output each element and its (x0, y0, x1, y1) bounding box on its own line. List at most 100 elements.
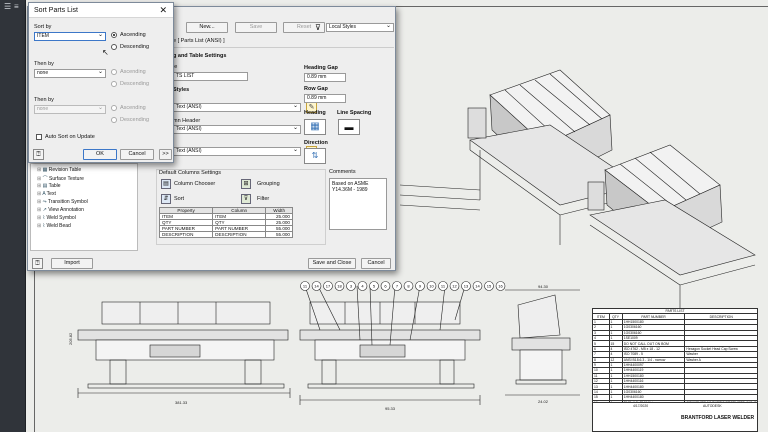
text-style-dropdown-2[interactable]: Text (ANSI) (173, 125, 301, 134)
grouping-icon[interactable]: ⊞ (241, 179, 251, 189)
text-style-dropdown-3[interactable]: Text (ANSI) (173, 147, 301, 156)
header-divider (168, 47, 394, 48)
comments-box[interactable]: Based on ASME Y14.36M - 1989 (329, 178, 387, 230)
comments-label: Comments (329, 169, 356, 175)
then-by-label-1: Then by (34, 61, 54, 67)
filter-columns-icon[interactable]: ⊽ (241, 194, 251, 204)
sort-by-descending-radio[interactable] (111, 44, 117, 50)
heading-position-button[interactable]: ▦ (304, 119, 326, 135)
then-by-label-2: Then by (34, 97, 54, 103)
tree-item[interactable]: ⊞ A Text (37, 191, 56, 197)
default-columns-title: Default Columns Settings (159, 170, 222, 176)
tree-item-label: Weld Symbol (46, 215, 76, 221)
tree-item[interactable]: ⊞ ⌇ Weld Bead (37, 223, 71, 229)
sort-cancel-button[interactable]: Cancel (120, 149, 154, 160)
columns-cell: 55.000 (265, 231, 293, 238)
balloon-label: 10 (429, 284, 434, 289)
direction-button[interactable]: ⇅ (304, 148, 326, 164)
heading-gap-input[interactable]: 0.89 mm (304, 73, 346, 82)
parts-list-table: PARTS LIST ITEM QTY PART NUMBER DESCRIPTION… (592, 307, 758, 417)
row-gap-label: Row Gap (304, 86, 328, 92)
dim-right: 94.30 (538, 284, 549, 289)
sort-icon[interactable]: ⇵ (161, 194, 171, 204)
sort-by-dropdown[interactable]: ITEM (34, 32, 106, 41)
then-by-1-ascending-label: Ascending (120, 69, 146, 75)
sort-by-label: Sort by (34, 24, 52, 30)
more-options-button[interactable]: >> (159, 149, 172, 160)
then-by-2-descending-radio[interactable] (111, 117, 117, 123)
tree-item[interactable]: ⊞ ⌇ Weld Symbol (37, 215, 76, 221)
filter-icon[interactable]: ⊽ (315, 23, 321, 32)
style-header: e [ Parts List (ANSI) ] (173, 38, 225, 44)
help-icon[interactable]: ⍰ (33, 149, 44, 160)
new-style-button[interactable]: New... (186, 22, 228, 33)
section-title: g and Table Settings (173, 53, 227, 59)
then-by-dropdown-2[interactable]: none (34, 105, 106, 114)
import-button[interactable]: Import (51, 258, 93, 269)
save-style-button[interactable]: Save (235, 22, 277, 33)
columns-row[interactable]: DESCRIPTION DESCRIPTION 55.000 (158, 231, 293, 238)
tree-item-label: Transition Symbol (47, 199, 88, 205)
balloon-label: 16 (498, 284, 503, 289)
balloon-label: 18 (337, 284, 342, 289)
title-block-company: AUTODESK (703, 404, 722, 408)
text-styles-label: Styles (173, 87, 190, 93)
line-spacing-button[interactable]: ▬ (338, 119, 360, 135)
sort-parts-list-dialog: Sort Parts List ✕ Sort by ITEM Ascending… (28, 2, 174, 163)
tree-item[interactable]: ⊞ ⤳ Transition Symbol (37, 199, 88, 205)
balloon-label: 13 (464, 284, 469, 289)
tree-item[interactable]: ⊞ ↗ View Annotation (37, 207, 84, 213)
then-by-2-ascending-label: Ascending (120, 105, 146, 111)
sort-dialog-title: Sort Parts List (34, 7, 78, 14)
text-style-dropdown-1[interactable]: Text (ANSI) (173, 103, 301, 112)
dim-w2: 205.82 (68, 332, 73, 345)
tree-item-label: Revision Table (48, 167, 82, 173)
filter-label[interactable]: Filter (257, 196, 269, 202)
column-chooser-icon[interactable]: ▤ (161, 179, 171, 189)
auto-sort-label: Auto Sort on Update (45, 134, 95, 140)
then-by-2-ascending-radio[interactable] (111, 105, 117, 111)
drawing-title: BRANTFORD LASER WELDER (681, 415, 755, 421)
style-tree: ⊞ ▦ Revision Table ⊞ ⌒ Surface Texture ⊞ ▤… (30, 163, 138, 251)
heading-gap-label: Heading Gap (304, 65, 338, 71)
then-by-2-descending-label: Descending (120, 117, 150, 123)
grouping-label[interactable]: Grouping (257, 181, 280, 187)
ok-button[interactable]: OK (83, 149, 117, 160)
column-chooser-label[interactable]: Column Chooser (174, 181, 215, 187)
footer-icon[interactable]: ⍰ (32, 258, 43, 269)
tree-item-label: Weld Bead (46, 223, 71, 229)
then-by-1-descending-radio[interactable] (111, 81, 117, 87)
save-and-close-button[interactable]: Save and Close (308, 258, 356, 269)
then-by-1-descending-label: Descending (120, 81, 150, 87)
close-icon[interactable]: ✕ (159, 3, 167, 18)
sort-by-ascending-radio[interactable] (111, 32, 117, 38)
columns-cell: DESCRIPTION (212, 231, 267, 238)
tree-item-label: Table (48, 183, 61, 189)
heading-label: Heading (304, 110, 326, 116)
cursor-icon: ↖ (102, 48, 109, 57)
tree-item[interactable]: ⊞ ▦ Revision Table (37, 167, 81, 173)
balloon-label: 15 (487, 284, 492, 289)
tree-item[interactable]: ⊞ ⌒ Surface Texture (37, 175, 84, 182)
direction-label: Direction (304, 140, 328, 146)
tree-item[interactable]: ⊞ ▤ Table (37, 183, 61, 189)
side-view (505, 289, 580, 396)
cancel-button[interactable]: Cancel (361, 258, 391, 269)
style-filter-dropdown[interactable]: Local Styles (326, 23, 394, 32)
title-block-date: 4/17/2020 (633, 404, 649, 408)
then-by-1-ascending-radio[interactable] (111, 69, 117, 75)
title-input[interactable]: TS LIST (173, 72, 248, 81)
row-gap-input[interactable]: 0.89 mm (304, 94, 346, 103)
dim-mid: 95.33 (385, 406, 396, 411)
balloon-label: 17 (326, 284, 331, 289)
then-by-dropdown-1[interactable]: none (34, 69, 106, 78)
tree-item-label: Surface Texture (48, 176, 84, 182)
auto-sort-checkbox[interactable] (36, 134, 42, 140)
sort-label[interactable]: Sort (174, 196, 184, 202)
front-view-1 (77, 301, 291, 398)
sort-by-descending-label: Descending (120, 44, 150, 50)
dim-right-bottom: 24.02 (538, 399, 549, 404)
sort-by-ascending-label: Ascending (120, 32, 146, 38)
balloon-group: 11 14 17 18 3 4 5 6 7 8 9 10 11 12 13 14 15 16 (300, 281, 506, 291)
isometric-view-2 (587, 144, 756, 310)
